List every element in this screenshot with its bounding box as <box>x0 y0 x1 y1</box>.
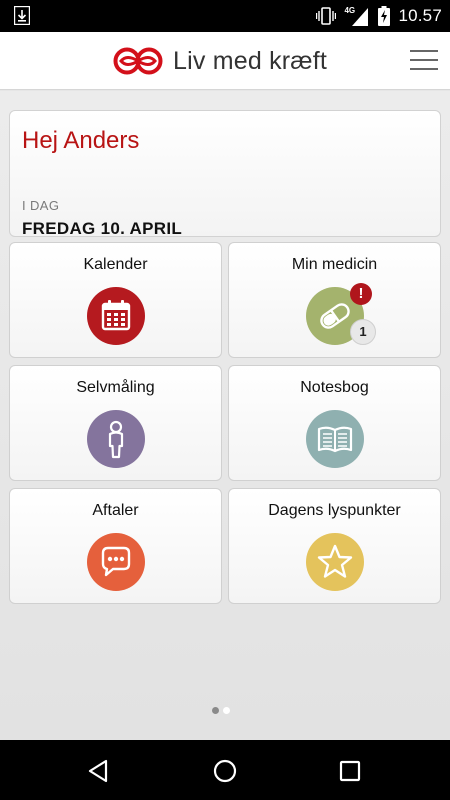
alert-badge: ! <box>350 283 372 305</box>
status-time: 10.57 <box>398 6 442 25</box>
back-icon[interactable] <box>84 756 114 786</box>
book-icon <box>306 410 364 468</box>
tile-dagens-lyspunkter[interactable]: Dagens lyspunkter <box>228 488 441 604</box>
network-indicator: 4G <box>344 6 370 26</box>
tile-label: Kalender <box>83 256 148 273</box>
tile-notesbog[interactable]: Notesbog <box>228 365 441 481</box>
chat-bubble-icon <box>87 533 145 591</box>
page-dot-active[interactable] <box>212 707 219 714</box>
tile-label: Notesbog <box>300 379 369 396</box>
tile-aftaler[interactable]: Aftaler <box>9 488 222 604</box>
tile-label: Aftaler <box>92 502 139 519</box>
page-indicator <box>212 707 230 714</box>
greeting-card: Hej Anders I DAG FREDAG 10. APRIL <box>9 110 441 238</box>
today-date: FREDAG 10. APRIL <box>22 219 183 238</box>
vibrate-icon <box>316 7 337 25</box>
app-header: Liv med kræft <box>0 32 450 90</box>
greeting-title: Hej Anders <box>22 127 140 154</box>
app-title: Liv med kræft <box>173 46 328 75</box>
hamburger-menu-icon[interactable] <box>410 50 438 72</box>
count-badge: 1 <box>350 319 376 345</box>
tile-selvmaaling[interactable]: Selvmåling <box>9 365 222 481</box>
download-icon <box>14 6 30 25</box>
dashboard: Hej Anders I DAG FREDAG 10. APRIL Kalend… <box>0 91 450 740</box>
recents-icon[interactable] <box>335 756 365 786</box>
signal-icon <box>352 8 369 26</box>
status-bar: 4G 10.57 <box>0 0 450 32</box>
star-icon <box>306 533 364 591</box>
infinity-logo-icon <box>113 47 163 75</box>
page-dot[interactable] <box>223 707 230 714</box>
today-label: I DAG <box>22 198 60 213</box>
home-icon[interactable] <box>210 756 240 786</box>
tile-min-medicin[interactable]: Min medicin ! 1 <box>228 242 441 358</box>
person-icon <box>87 410 145 468</box>
calendar-icon <box>87 287 145 345</box>
battery-charging-icon <box>378 6 391 26</box>
tile-label: Dagens lyspunkter <box>268 502 401 519</box>
tile-kalender[interactable]: Kalender <box>9 242 222 358</box>
tile-label: Selvmåling <box>76 379 155 396</box>
brand: Liv med kræft <box>113 44 327 78</box>
tile-label: Min medicin <box>291 256 378 273</box>
navigation-bar <box>0 740 450 800</box>
